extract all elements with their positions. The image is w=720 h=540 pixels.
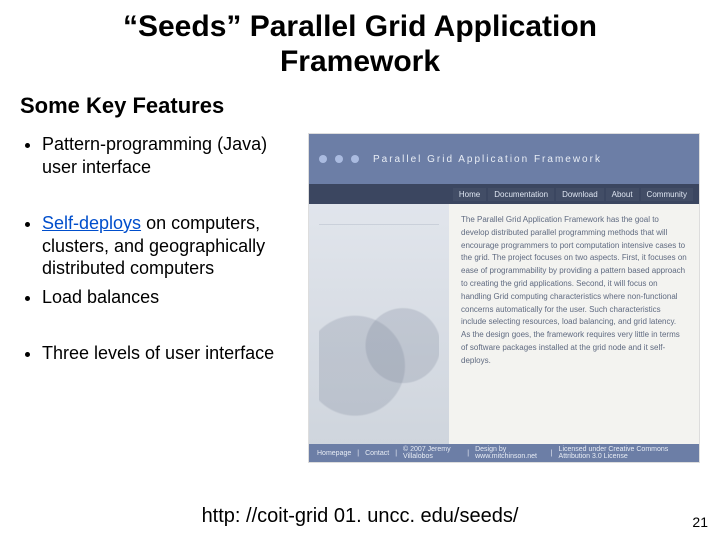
footer-homepage[interactable]: Homepage: [317, 450, 351, 457]
self-deploys-link[interactable]: Self-deploys: [42, 213, 141, 233]
bullet-3: Load balances: [42, 286, 304, 309]
nav-about[interactable]: About: [606, 188, 639, 201]
bullet-2: Self-deploys on computers, clusters, and…: [42, 212, 304, 280]
slide-title: “Seeds” Parallel Grid Application Framew…: [60, 10, 660, 79]
screenshot-footer: Homepage | Contact | © 2007 Jeremy Villa…: [309, 444, 699, 462]
banner-text: Parallel Grid Application Framework: [373, 154, 602, 165]
bullet-list: Pattern-programming (Java) user interfac…: [20, 133, 304, 463]
screenshot-column: Parallel Grid Application Framework Home…: [304, 133, 700, 463]
title-line-2: Framework: [280, 45, 440, 78]
footer-license: Licensed under Creative Commons Attribut…: [559, 446, 691, 460]
bullet-1: Pattern-programming (Java) user interfac…: [42, 133, 304, 178]
slide: “Seeds” Parallel Grid Application Framew…: [0, 0, 720, 540]
nav-community[interactable]: Community: [641, 188, 693, 201]
bullet-4: Three levels of user interface: [42, 342, 304, 365]
sidebar-image: [309, 204, 449, 446]
content-row: Pattern-programming (Java) user interfac…: [20, 133, 700, 463]
footer-design: Design by www.mitchinson.net: [475, 446, 545, 460]
title-line-1: “Seeds” Parallel Grid Application: [123, 10, 597, 43]
subtitle: Some Key Features: [20, 93, 700, 119]
screenshot-banner: Parallel Grid Application Framework: [309, 134, 699, 184]
footer-contact[interactable]: Contact: [365, 450, 389, 457]
nav-home[interactable]: Home: [453, 188, 486, 201]
dot-grid-icon: [319, 155, 359, 163]
nav-download[interactable]: Download: [556, 188, 604, 201]
screenshot-body: The Parallel Grid Application Framework …: [309, 204, 699, 446]
website-screenshot: Parallel Grid Application Framework Home…: [308, 133, 700, 463]
footer-copyright: © 2007 Jeremy Villalobos: [403, 446, 461, 460]
screenshot-nav: Home Documentation Download About Commun…: [309, 184, 699, 204]
source-url: http: //coit-grid 01. uncc. edu/seeds/: [0, 505, 720, 528]
screenshot-paragraph: The Parallel Grid Application Framework …: [449, 204, 699, 446]
page-number: 21: [692, 514, 708, 530]
nav-documentation[interactable]: Documentation: [488, 188, 554, 201]
